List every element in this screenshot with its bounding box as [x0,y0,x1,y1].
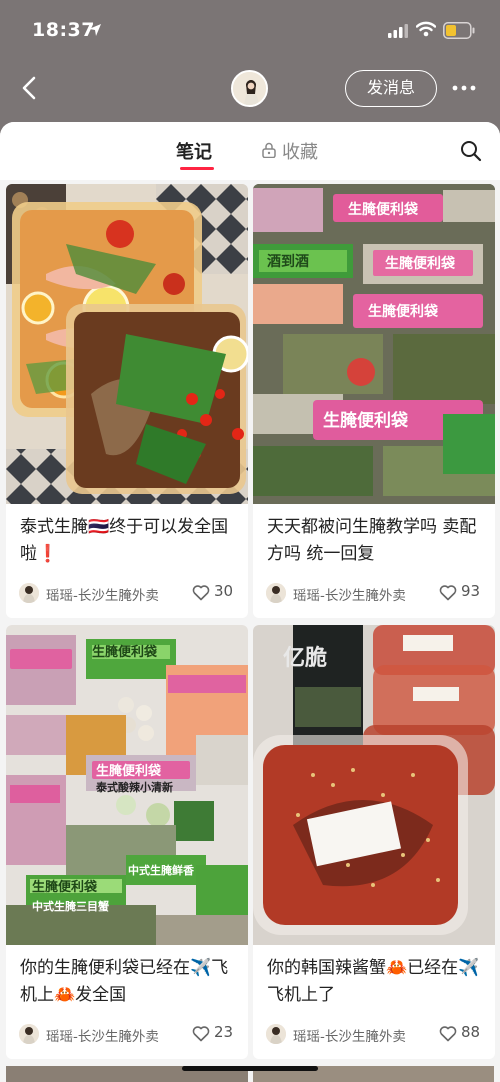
heart-icon[interactable] [192,1025,210,1042]
note-title: 天天都被问生腌教学吗 卖配方吗 统一回复 [267,517,477,564]
search-icon[interactable] [460,140,482,162]
author-avatar [19,583,39,603]
note-cover-image: 亿脆 [253,625,495,945]
bag-label: 生腌便利袋 [323,410,409,430]
bag-label: 生腌便利袋 [92,644,158,659]
author-avatar [19,1024,39,1044]
profile-header: 发消息 [0,62,500,114]
author-name: 瑶瑶-长沙生腌外卖 [46,588,159,604]
author-name: 瑶瑶-长沙生腌外卖 [46,1029,159,1045]
bag-label: 生腌便利袋 [368,303,439,319]
tab-bar: 笔记 收藏 [0,122,500,180]
note-cover-image: 生腌便利袋 生腌便利袋 泰式酸辣小清新 生腌便利袋 中式生腌三目蟹 中式生腌鲜香 [6,625,248,945]
location-arrow-icon [89,24,101,36]
bag-label: 生腌便利袋 [96,763,162,778]
home-indicator [182,1066,318,1071]
author-name: 瑶瑶-长沙生腌外卖 [293,1029,406,1045]
bag-label: 中式生腌三目蟹 [32,899,109,913]
cellular-signal-icon [388,24,408,38]
like-count: 23 [214,1023,234,1041]
lock-icon [262,142,276,158]
heart-icon[interactable] [439,584,457,601]
note-title: 你的生腌便利袋已经在✈️飞机上🦀发全国 [20,958,229,1005]
like-count: 93 [461,582,481,600]
note-card[interactable]: 亿脆 你的韩国辣酱蟹🦀已经在✈️飞机上了 瑶瑶-长沙生腌外卖 88 [253,625,495,1059]
status-time: 18:37 [32,19,95,41]
bag-label: 中式生腌鲜香 [128,863,195,877]
bag-label: 生腌便利袋 [385,255,456,271]
tab-collections[interactable]: 收藏 [282,138,318,164]
note-title: 泰式生腌🇹🇭终于可以发全国啦❗ [20,517,229,564]
user-avatar[interactable] [231,70,268,107]
wifi-icon [416,21,436,37]
note-card[interactable]: 生腌便利袋 酒到酒 生腌便利袋 生腌便利袋 生腌便利袋 天天都被问生腌教学吗 卖… [253,184,495,618]
heart-icon[interactable] [439,1025,457,1042]
bag-label: 酒到酒 [267,253,309,269]
bag-label: 生腌便利袋 [32,879,98,894]
more-options-icon[interactable] [450,76,478,100]
back-arrow-icon[interactable] [16,72,46,104]
heart-icon[interactable] [192,584,210,601]
tab-notes[interactable]: 笔记 [176,138,212,164]
note-card[interactable]: 生腌便利袋 生腌便利袋 泰式酸辣小清新 生腌便利袋 中式生腌三目蟹 中式生腌鲜香… [6,625,248,1059]
note-title: 你的韩国辣酱蟹🦀已经在✈️飞机上了 [267,958,480,1005]
author-avatar [266,583,286,603]
bag-label: 亿脆 [283,645,327,670]
content-sheet: 笔记 收藏 泰式生腌🇹🇭终于可以发全国啦❗ 瑶瑶-长沙生腌外卖 30 生腌便利袋… [0,122,500,1082]
status-bar: 18:37 [0,0,500,60]
note-card[interactable]: 泰式生腌🇹🇭终于可以发全国啦❗ 瑶瑶-长沙生腌外卖 30 [6,184,248,618]
like-count: 30 [214,582,234,600]
battery-icon [443,22,475,39]
author-name: 瑶瑶-长沙生腌外卖 [293,588,406,604]
note-cover-image: 生腌便利袋 酒到酒 生腌便利袋 生腌便利袋 生腌便利袋 [253,184,495,504]
like-count: 88 [461,1023,481,1041]
active-tab-indicator [180,167,214,170]
author-avatar [266,1024,286,1044]
note-cover-image [6,184,248,504]
bag-label: 泰式酸辣小清新 [95,780,173,794]
bag-label: 生腌便利袋 [348,201,419,217]
send-message-button[interactable]: 发消息 [345,70,437,107]
